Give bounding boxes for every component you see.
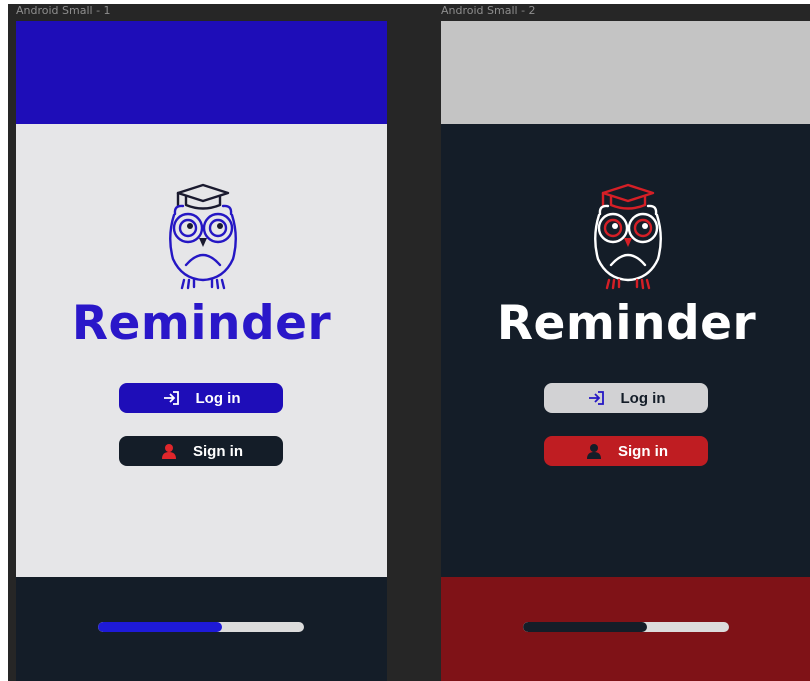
signin-label: Sign in [618,442,668,460]
login-label: Log in [620,389,666,407]
app-title: Reminder [496,296,757,351]
owl-logo-icon [594,183,662,290]
signin-button[interactable]: Sign in [119,436,283,466]
app-title: Reminder [71,296,332,351]
login-button[interactable]: Log in [544,383,708,413]
user-icon [584,441,604,461]
owl-logo-icon [169,183,237,290]
login-button[interactable]: Log in [119,383,283,413]
login-arrow-icon [162,388,182,408]
progress-bar [523,622,729,632]
top-bar [441,21,810,124]
frame-label-1[interactable]: Android Small - 1 [16,4,111,18]
progress-fill [523,622,647,632]
signin-label: Sign in [193,442,243,460]
top-bar [16,21,387,124]
design-canvas: Android Small - 1 Android Small - 2 Remi… [8,4,810,681]
signin-button[interactable]: Sign in [544,436,708,466]
login-arrow-icon [587,388,607,408]
frame-label-2[interactable]: Android Small - 2 [441,4,536,18]
android-frame-dark[interactable]: Reminder Log in Sign in [441,21,810,681]
progress-fill [98,622,222,632]
user-icon [159,441,179,461]
login-label: Log in [195,389,241,407]
android-frame-light[interactable]: Reminder Log in Sign in [16,21,387,681]
progress-bar [98,622,304,632]
